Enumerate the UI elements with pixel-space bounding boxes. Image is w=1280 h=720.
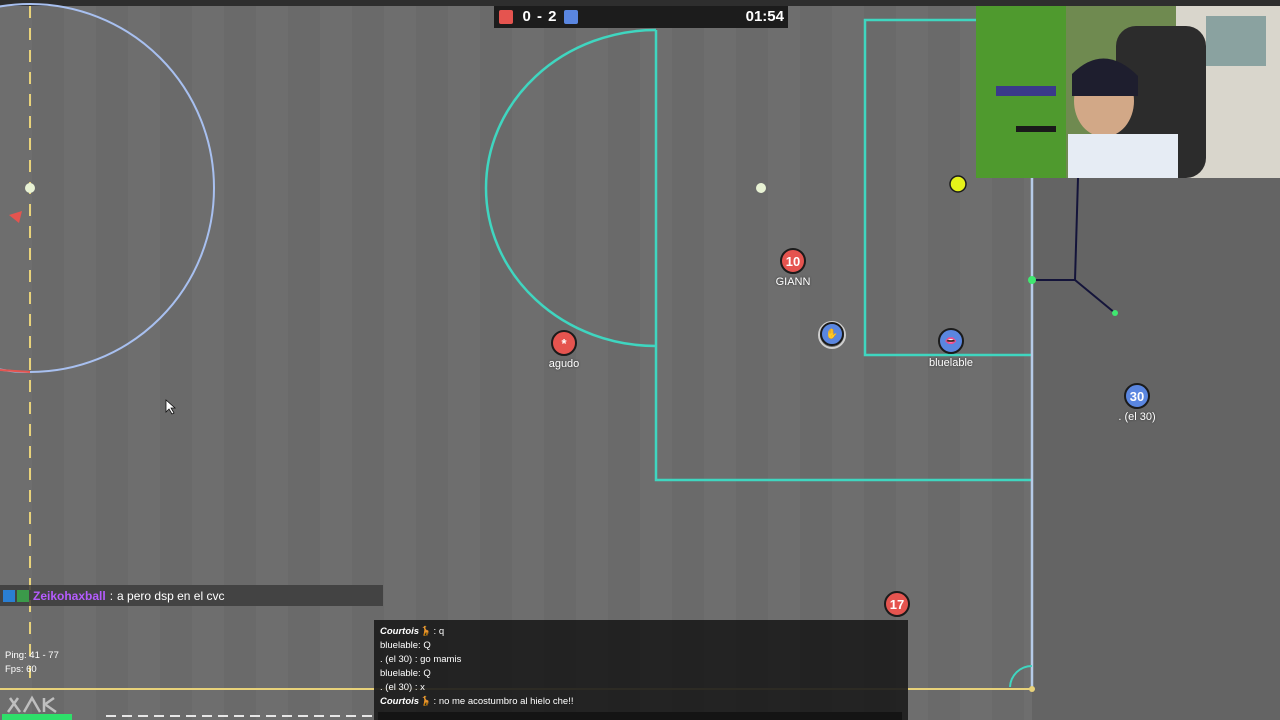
chat-badges xyxy=(3,589,31,602)
chat-text: go mamis xyxy=(420,654,462,665)
webcam-overlay xyxy=(976,6,1280,178)
scoreboard: 0 - 2 01:54 xyxy=(494,6,788,28)
player-el30: 30 xyxy=(1124,383,1150,409)
stream-chat-user: Zeikohaxball xyxy=(33,588,106,603)
player-avatar: 👄 xyxy=(944,335,958,347)
chat-text: Q xyxy=(423,640,431,651)
game-chat-panel: Courtois🦒 : q bluelable: Q . (el 30) : g… xyxy=(374,620,908,720)
player-giann: 10 xyxy=(780,248,806,274)
player-avatar: 17 xyxy=(889,596,905,612)
stream-chat-separator: : xyxy=(109,588,114,603)
player-avatar: ✋ xyxy=(825,328,839,340)
chat-user: . (el 30) xyxy=(380,654,413,665)
chat-line: . (el 30) : go mamis xyxy=(380,654,462,665)
chat-line: Courtois🦒 : no me acostumbro al hielo ch… xyxy=(380,696,574,707)
chat-line: bluelable: Q xyxy=(380,640,431,651)
ping-readout: Ping: 41 - 77 xyxy=(5,650,59,661)
player-name-el30: . (el 30) xyxy=(1118,411,1156,423)
streamer-camera-image xyxy=(976,6,1280,178)
player-self: ✋ xyxy=(820,322,844,346)
player-name-giann: GIANN xyxy=(775,276,811,288)
penalty-spot xyxy=(756,183,766,193)
chat-text: x xyxy=(420,682,425,693)
player-avatar: 30 xyxy=(1129,388,1145,404)
game-stage[interactable]: 10 GIANN * agudo ✋ 👄 bluelable 30 . (el … xyxy=(0,0,1280,720)
player-name-agudo: agudo xyxy=(548,358,580,370)
network-stats: Ping: 41 - 77 Fps: 60 xyxy=(5,649,59,677)
badge-icon xyxy=(3,589,15,602)
goal-post xyxy=(1028,276,1036,284)
player-17: 17 xyxy=(884,591,910,617)
red-team-icon xyxy=(499,10,513,24)
chat-user: . (el 30) xyxy=(380,682,413,693)
chat-user: bluelable xyxy=(380,668,419,679)
stream-chat-message: Zeikohaxball : a pero dsp en el cvc xyxy=(0,585,383,606)
net-anchor xyxy=(1112,310,1118,316)
player-bluelable: 👄 xyxy=(938,328,964,354)
match-timer: 01:54 xyxy=(745,8,784,25)
blue-team-icon xyxy=(564,10,578,24)
player-agudo: * xyxy=(551,330,577,356)
stream-chat-text: a pero dsp en el cvc xyxy=(117,588,225,603)
corner-post xyxy=(1029,686,1035,692)
badge-icon xyxy=(17,589,29,602)
chat-user: bluelable xyxy=(380,640,419,651)
ball xyxy=(949,175,967,193)
chat-input[interactable] xyxy=(378,712,902,720)
chat-user: Courtois🦒 xyxy=(380,626,431,637)
chat-user: Courtois🦒 xyxy=(380,696,431,707)
fps-readout: Fps: 60 xyxy=(5,664,37,675)
chat-text: no me acostumbro al hielo che!! xyxy=(438,696,574,707)
chat-line: Courtois🦒 : q xyxy=(380,626,445,637)
chat-text: q xyxy=(438,626,445,637)
chat-line: . (el 30) : x xyxy=(380,682,425,693)
score: 0 - 2 xyxy=(522,8,558,25)
chat-line: bluelable: Q xyxy=(380,668,431,679)
player-avatar: 10 xyxy=(785,253,801,269)
center-spot xyxy=(25,183,35,193)
stream-logo-icon xyxy=(2,695,72,720)
chat-text: Q xyxy=(423,668,431,679)
player-avatar: * xyxy=(561,335,567,351)
player-name-bluelable: bluelable xyxy=(928,357,974,369)
